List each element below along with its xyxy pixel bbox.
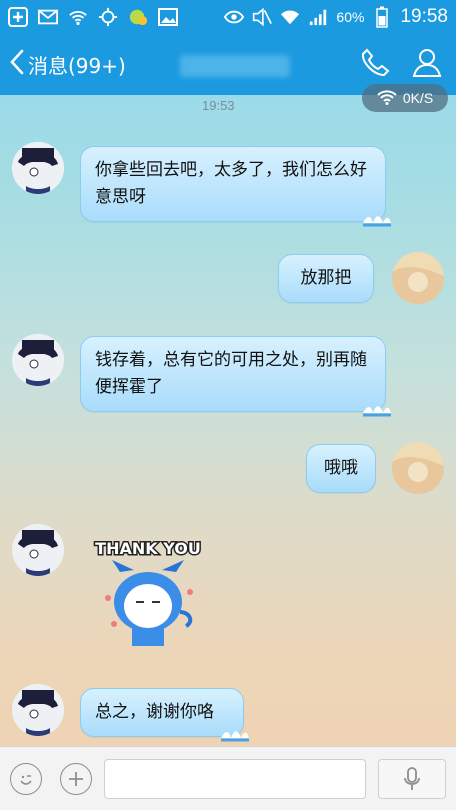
message-text: 总之，谢谢你咯 (95, 702, 214, 722)
wifi-icon (280, 7, 300, 27)
input-bar (0, 746, 456, 810)
clock: 19:58 (400, 5, 448, 27)
wave-decoration-icon (221, 731, 249, 742)
plus-icon (69, 772, 83, 786)
contact-name-obscured (180, 55, 290, 77)
mute-icon (252, 7, 273, 27)
self-avatar[interactable] (392, 252, 444, 304)
chevron-left-icon (10, 49, 24, 79)
message-timestamp: 19:53 (202, 98, 235, 113)
message-bubble-received[interactable]: 总之，谢谢你咯 (80, 688, 249, 742)
message-input[interactable] (104, 759, 366, 799)
message-text: 钱存着，总有它的可用之处，别再随便挥霍了 (95, 350, 367, 397)
message-bubble-sent[interactable]: 放那把 (278, 254, 374, 303)
wave-decoration-icon (363, 216, 391, 227)
image-icon (158, 7, 178, 27)
voice-button[interactable] (378, 759, 446, 799)
wifi-icon (377, 89, 397, 108)
status-bar: 60% 19:58 (0, 0, 456, 33)
sticker-text: THANK YOU (95, 539, 201, 558)
location-icon (98, 7, 118, 27)
microphone-icon (404, 767, 420, 790)
back-label: 消息(99+) (28, 53, 126, 78)
wifi-signal-icon (68, 7, 88, 27)
message-bubble-received[interactable]: 你拿些回去吧，太多了，我们怎么好意思呀 (80, 146, 391, 227)
game-icon (128, 7, 148, 27)
message-text: 你拿些回去吧，太多了，我们怎么好意思呀 (95, 160, 367, 207)
message-text: 放那把 (300, 268, 352, 288)
contact-avatar[interactable] (12, 334, 64, 386)
network-speed-label: 0K/S (402, 90, 434, 106)
emoji-button[interactable] (10, 763, 42, 795)
contact-avatar[interactable] (12, 142, 64, 194)
contact-avatar[interactable] (12, 524, 64, 576)
battery-percent: 60% (336, 8, 365, 25)
wave-decoration-icon (363, 406, 391, 417)
emoji-icon (20, 775, 32, 785)
network-speed-badge: 0K/S (362, 84, 448, 112)
message-bubble-sent[interactable]: 哦哦 (306, 444, 376, 493)
contact-avatar[interactable] (12, 684, 64, 736)
back-button[interactable]: 消息(99+) (10, 49, 126, 79)
phone-icon[interactable] (360, 47, 390, 81)
profile-icon[interactable] (412, 47, 442, 81)
self-avatar[interactable] (392, 442, 444, 494)
more-button[interactable] (60, 763, 92, 795)
message-bubble-received[interactable]: 钱存着，总有它的可用之处，别再随便挥霍了 (80, 336, 391, 417)
thank-you-sticker[interactable]: THANK YOU (92, 532, 204, 652)
battery-icon (372, 6, 392, 28)
cell-signal-icon (308, 7, 328, 27)
mail-icon (38, 7, 58, 27)
eye-icon (224, 7, 245, 27)
message-text: 哦哦 (324, 458, 358, 478)
add-icon (8, 6, 28, 27)
